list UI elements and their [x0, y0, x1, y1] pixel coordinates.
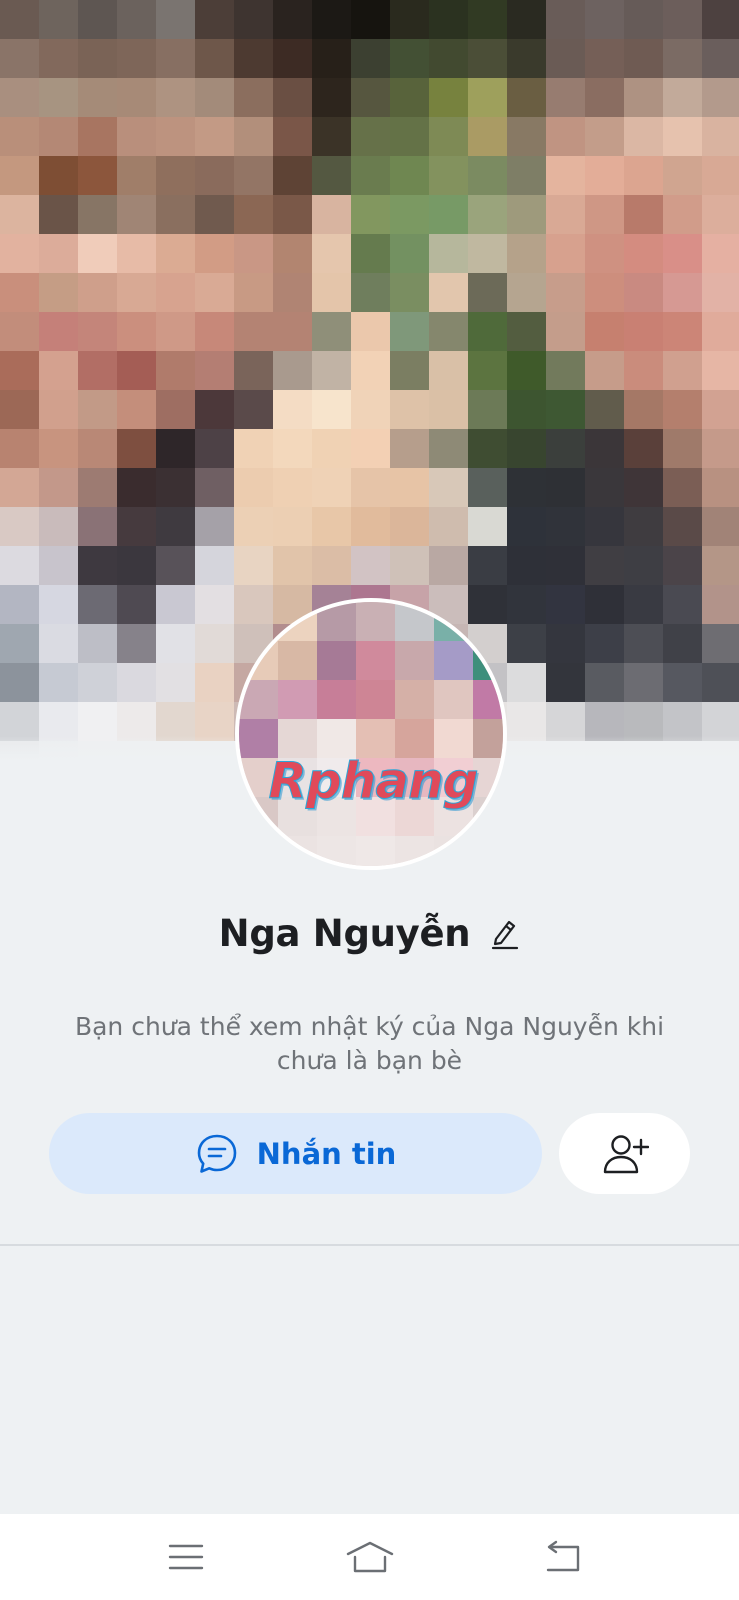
privacy-notice: Bạn chưa thể xem nhật ký của Nga Nguyễn … [74, 1012, 665, 1075]
nav-menu-button[interactable] [156, 1532, 216, 1582]
profile-name: Nga Nguyễn [218, 911, 471, 955]
system-nav-bar [0, 1514, 739, 1600]
chat-bubble-icon [197, 1134, 236, 1173]
avatar-watermark: Rphang [268, 752, 479, 811]
avatar[interactable]: Rphang [235, 598, 507, 870]
section-divider [0, 1244, 739, 1246]
home-icon [346, 1541, 394, 1573]
message-button[interactable]: Nhắn tin [49, 1113, 542, 1194]
pencil-icon[interactable] [490, 916, 520, 950]
menu-icon [168, 1544, 204, 1570]
add-friend-button[interactable] [559, 1113, 690, 1194]
message-button-label: Nhắn tin [256, 1136, 397, 1171]
nav-back-button[interactable] [533, 1532, 593, 1582]
nav-home-button[interactable] [340, 1532, 400, 1582]
avatar-pixels [239, 602, 503, 866]
profile-screen: Rphang Nga Nguyễn Bạn chưa thể xem nhật … [0, 0, 739, 1600]
add-user-icon [603, 1134, 649, 1173]
back-icon [546, 1540, 580, 1572]
name-row: Nga Nguyễn [0, 905, 739, 961]
